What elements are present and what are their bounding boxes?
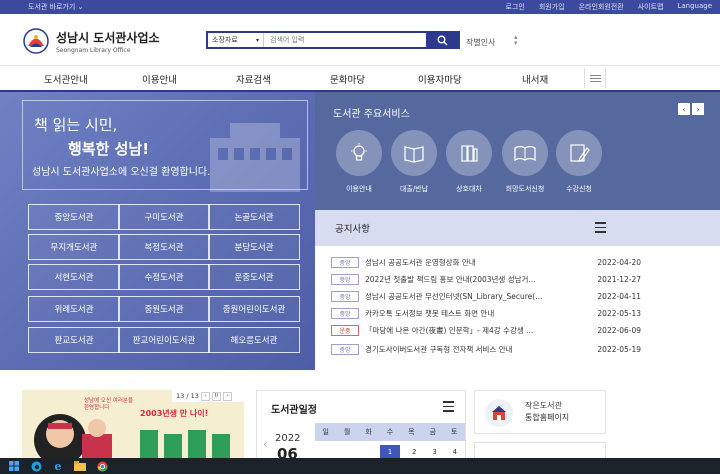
building-icon xyxy=(485,399,513,427)
search-bar: 소장자료 ▾ xyxy=(206,31,460,49)
notice-panel: 공지사항 중앙 성남시 공공도서관 운영형상화 안내 2022-04-20 중앙 20… xyxy=(315,210,720,370)
library-button-jungwon[interactable]: 중원도서관 xyxy=(118,296,210,322)
banner-pager: 13 / 13 ‹ II › xyxy=(172,390,246,402)
services-title: 도서관 주요서비스 xyxy=(333,109,410,120)
notice-title: 공지사항 xyxy=(335,224,370,235)
sitemap-link[interactable]: 사이트맵 xyxy=(638,2,664,12)
site-logo[interactable]: 성남시 도서관사업소 Seongnam Library Office xyxy=(22,27,160,55)
service-course-signup[interactable]: 수강신청 xyxy=(555,130,603,194)
top-utility-bar: 도서관 바로가기 ⌄ 로그인 회원가입 온라인회원전환 사이트맵 Languag… xyxy=(0,0,720,17)
chrome-icon[interactable] xyxy=(94,460,110,472)
member-convert-link[interactable]: 온라인회원전환 xyxy=(579,2,624,12)
book-icon xyxy=(404,146,424,163)
small-library-link[interactable]: 작은도서관 통합홈페이지 xyxy=(474,390,606,434)
library-button-mujigae[interactable]: 무지개도서관 xyxy=(28,234,120,260)
site-header: 성남시 도서관사업소 Seongnam Library Office 소장자료 ▾… xyxy=(0,14,720,66)
banner-page-count: 13 / 13 xyxy=(176,392,199,400)
nav-community[interactable]: 이용자마당 xyxy=(418,72,462,86)
utility-links: 로그인 회원가입 온라인회원전환 사이트맵 Language xyxy=(506,2,713,12)
library-button-jungang[interactable]: 중앙도서관 xyxy=(28,204,120,230)
caret-down-icon: ▾ xyxy=(255,36,259,44)
search-category-select[interactable]: 소장자료 ▾ xyxy=(208,33,264,47)
calendar-days: 1234 xyxy=(315,445,465,459)
services-arrows: ‹ › xyxy=(678,103,704,115)
books-exchange-icon xyxy=(461,145,478,162)
main-services-panel: 도서관 주요서비스 ‹ › 이용안내 대출/반납 상호대차 희망도서신청 수강신… xyxy=(315,92,720,210)
pause-icon[interactable]: II xyxy=(211,391,221,401)
popular-keyword[interactable]: 작별인사 xyxy=(466,37,495,48)
language-select[interactable]: Language xyxy=(677,2,712,12)
library-button-bundang[interactable]: 분당도서관 xyxy=(208,234,300,260)
library-shortcut-dropdown[interactable]: 도서관 바로가기 ⌄ xyxy=(28,2,83,12)
notice-header: 공지사항 xyxy=(315,210,720,246)
nav-search[interactable]: 자료검색 xyxy=(236,72,271,86)
library-button-gumi[interactable]: 구미도서관 xyxy=(118,204,210,230)
nav-my-library[interactable]: 내서재 xyxy=(522,72,548,86)
hero-line-1: 책 읽는 시민, xyxy=(34,116,118,134)
keyword-scroll-arrows[interactable]: ▴ ▾ xyxy=(514,34,518,47)
nav-culture[interactable]: 문화마당 xyxy=(330,72,365,86)
library-button-haeoreum[interactable]: 해오름도서관 xyxy=(208,327,300,353)
notice-more-icon[interactable] xyxy=(595,222,606,233)
calendar-day-selected[interactable]: 1 xyxy=(379,445,401,459)
library-button-jungwon-kids[interactable]: 중원어린이도서관 xyxy=(208,296,300,322)
service-loan-return[interactable]: 대출/반납 xyxy=(390,130,438,194)
os-taskbar: e xyxy=(0,458,720,474)
edge-icon[interactable] xyxy=(28,460,44,472)
internet-explorer-icon[interactable]: e xyxy=(50,460,66,473)
library-button-pangyo[interactable]: 판교도서관 xyxy=(28,327,120,353)
notice-row[interactable]: 중앙 성남시 공공도서관 무선인터넷(SN_Library_Secure(... 2… xyxy=(331,289,641,303)
seongnam-emblem-icon xyxy=(23,28,49,54)
logo-subtitle: Seongnam Library Office xyxy=(56,46,131,54)
menu-icon[interactable] xyxy=(584,68,606,88)
library-button-nongol[interactable]: 논골도서관 xyxy=(208,204,300,230)
library-button-bokjeong[interactable]: 복정도서관 xyxy=(118,234,210,260)
hero-panel: 책 읽는 시민, 행복한 성남! 성남시 도서관사업소에 오신걸 환영합니다. … xyxy=(0,92,315,370)
search-icon xyxy=(437,35,448,46)
service-interlibrary[interactable]: 상호대차 xyxy=(445,130,493,194)
join-link[interactable]: 회원가입 xyxy=(539,2,565,12)
prev-month-icon[interactable]: ‹ xyxy=(263,437,268,451)
service-book-request[interactable]: 희망도서신청 xyxy=(501,130,549,194)
prev-arrow-icon[interactable]: ‹ xyxy=(678,103,690,115)
schedule-more-icon[interactable] xyxy=(443,401,454,412)
notice-row[interactable]: 운중 「마당에 나온 아간(夜晝) 인문학」- 제4강 수강생 ... 2022-0… xyxy=(331,323,641,337)
notice-row[interactable]: 중앙 성남시 공공도서관 운영형상화 안내 2022-04-20 xyxy=(331,255,641,269)
file-explorer-icon[interactable] xyxy=(72,460,88,472)
calendar-weekdays: 일월화수목금토 xyxy=(315,423,465,441)
logo-title: 성남시 도서관사업소 xyxy=(56,30,160,45)
nav-library-info[interactable]: 도서관안내 xyxy=(44,72,88,86)
library-button-wirye[interactable]: 위례도서관 xyxy=(28,296,120,322)
library-button-sujeong[interactable]: 수정도서관 xyxy=(118,264,210,290)
banner-subtext: 성남에 오신 여러분을 환영합니다 xyxy=(84,398,134,411)
windows-start-icon[interactable] xyxy=(6,460,22,472)
library-button-seohyeon[interactable]: 서현도서관 xyxy=(28,264,120,290)
next-arrow-icon[interactable]: › xyxy=(692,103,704,115)
library-button-unjung[interactable]: 운중도서관 xyxy=(208,264,300,290)
hero-line-2: 행복한 성남! xyxy=(68,140,150,158)
nav-usage-guide[interactable]: 이용안내 xyxy=(142,72,177,86)
pencil-icon xyxy=(570,144,590,162)
search-button[interactable] xyxy=(426,33,458,47)
hero-welcome: 성남시 도서관사업소에 오신걸 환영합니다. xyxy=(32,167,211,178)
banner-headline: 2003년생 만 나이! xyxy=(140,409,209,418)
notice-row[interactable]: 중앙 카카오톡 도서정보 챗봇 테스트 화면 안내 2022-05-13 xyxy=(331,306,641,320)
login-link[interactable]: 로그인 xyxy=(506,2,525,12)
lightbulb-icon xyxy=(351,143,367,161)
main-navigation: 도서관안내 이용안내 자료검색 문화마당 이용자마당 내서재 xyxy=(0,66,720,92)
notice-row[interactable]: 중앙 2022년 첫출발 책드림 홍보 안내(2003년생 성남거... 2021-… xyxy=(331,272,641,286)
schedule-title: 도서관일정 xyxy=(271,405,317,416)
schedule-year: 2022 xyxy=(275,433,301,444)
prev-slide-icon[interactable]: ‹ xyxy=(200,391,210,401)
notice-row[interactable]: 중앙 경기도사이버도서관 구독형 전자책 서비스 안내 2022-05-19 xyxy=(331,342,641,356)
next-slide-icon[interactable]: › xyxy=(222,391,232,401)
open-book-icon xyxy=(514,145,536,162)
service-usage-guide[interactable]: 이용안내 xyxy=(335,130,383,194)
search-input[interactable] xyxy=(264,33,426,47)
library-button-pangyo-kids[interactable]: 판교어린이도서관 xyxy=(118,327,210,353)
